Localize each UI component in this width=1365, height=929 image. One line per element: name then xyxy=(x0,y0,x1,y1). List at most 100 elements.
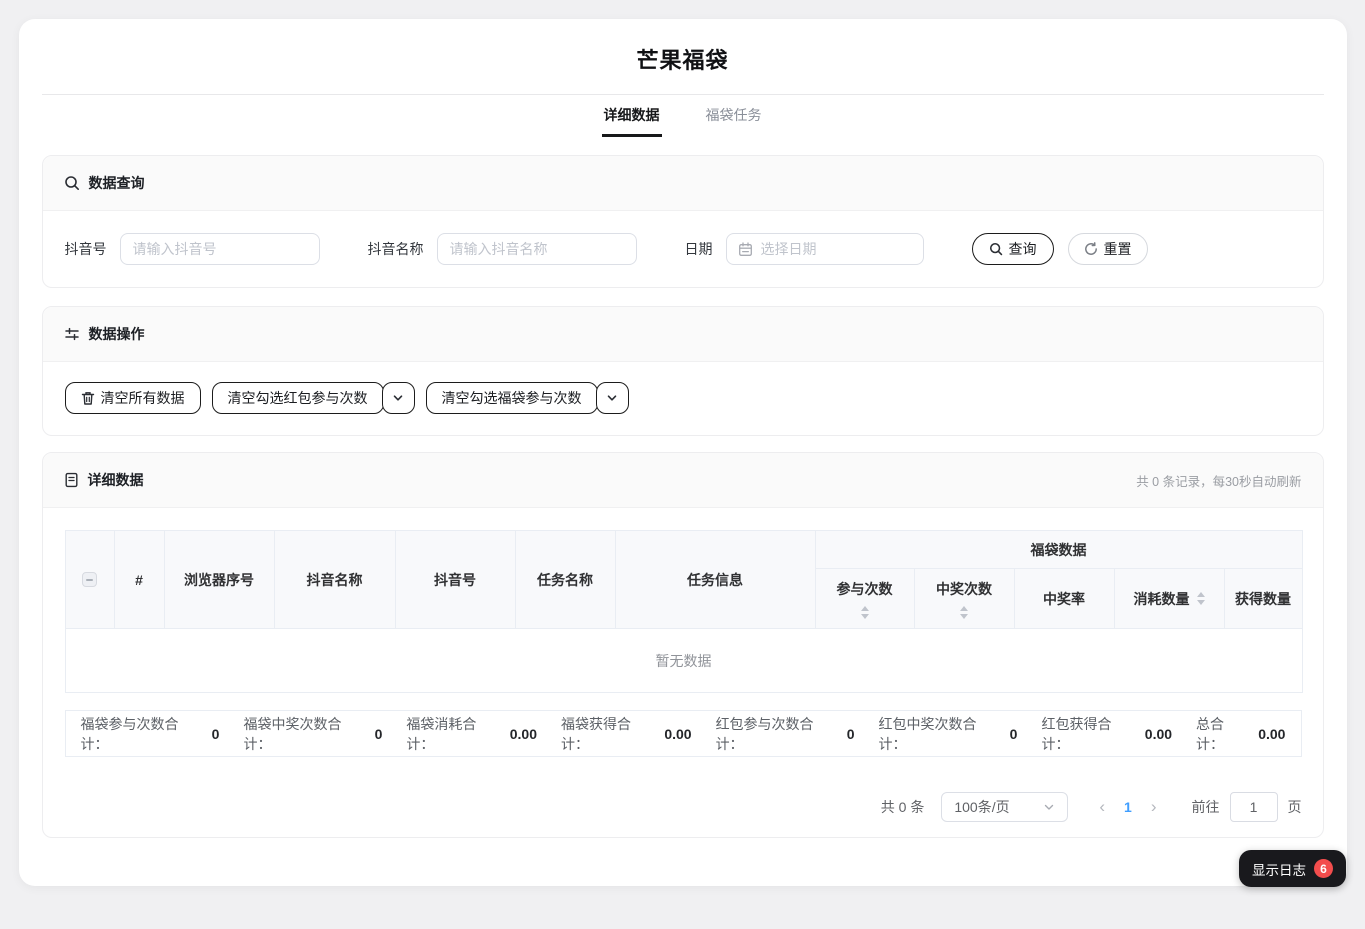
col-consumed-qty-label: 消耗数量 xyxy=(1134,589,1190,609)
summary-grand-total: 总合计： 0.00 xyxy=(1196,714,1285,754)
summary-luckybag-win: 福袋中奖次数合计： 0 xyxy=(243,714,382,754)
summary-luckybag-consumed: 福袋消耗合计： 0.00 xyxy=(406,714,537,754)
col-douyin-name: 抖音名称 xyxy=(274,531,395,629)
douyin-name-input[interactable] xyxy=(437,233,637,265)
col-win-rate: 中奖率 xyxy=(1014,569,1114,629)
page-number-1[interactable]: 1 xyxy=(1118,799,1138,815)
sort-caret-icon[interactable] xyxy=(861,606,869,619)
clear-luckybag-dropdown-button[interactable] xyxy=(596,382,629,414)
summary-value: 0 xyxy=(1010,726,1018,742)
next-page-button[interactable]: › xyxy=(1138,792,1170,822)
field-date: 日期 选择日期 xyxy=(685,233,924,265)
search-button-label: 查询 xyxy=(1009,239,1037,259)
date-placeholder: 选择日期 xyxy=(761,239,817,259)
summary-value: 0 xyxy=(375,726,383,742)
col-task-name: 任务名称 xyxy=(515,531,615,629)
summary-luckybag-gained: 福袋获得合计：0.00 xyxy=(561,714,692,754)
clear-all-data-button[interactable]: 清空所有数据 xyxy=(65,382,201,414)
select-all-header xyxy=(65,531,114,629)
tab-luckybag-tasks[interactable]: 福袋任务 xyxy=(704,95,764,137)
col-browser-no: 浏览器序号 xyxy=(164,531,274,629)
col-win-count-label: 中奖次数 xyxy=(936,579,992,599)
col-index: # xyxy=(114,531,164,629)
select-all-checkbox[interactable] xyxy=(82,572,97,587)
col-douyin-id: 抖音号 xyxy=(395,531,515,629)
summary-redpacket-gained: 红包获得合计：0.00 xyxy=(1041,714,1172,754)
tab-bar: 详细数据 福袋任务 xyxy=(19,95,1347,137)
summary-label: 红包参与次数合计： xyxy=(716,714,839,754)
sliders-icon xyxy=(64,326,80,342)
col-consumed-qty[interactable]: 消耗数量 xyxy=(1114,569,1224,629)
chevron-down-icon xyxy=(1043,801,1055,813)
field-douyin-id: 抖音号 xyxy=(65,233,320,265)
pagination-bar: 共 0 条 100条/页 ‹ 1 › 前往 页 xyxy=(65,792,1302,822)
operations-section: 数据操作 清空所有数据 清空勾选红包参与次数 xyxy=(42,306,1324,436)
page-unit-label: 页 xyxy=(1288,797,1302,817)
field-douyin-name: 抖音名称 xyxy=(368,233,637,265)
show-log-label: 显示日志 xyxy=(1252,859,1306,879)
prev-page-button[interactable]: ‹ xyxy=(1086,792,1118,822)
chevron-down-icon xyxy=(606,392,618,404)
log-count-badge: 6 xyxy=(1314,859,1333,878)
clear-luckybag-button[interactable]: 清空勾选福袋参与次数 xyxy=(426,382,598,414)
reset-button-label: 重置 xyxy=(1104,239,1132,259)
summary-label: 福袋消耗合计： xyxy=(406,714,501,754)
clear-luckybag-label: 清空勾选福袋参与次数 xyxy=(442,388,582,408)
search-icon xyxy=(989,242,1003,256)
clear-redpacket-label: 清空勾选红包参与次数 xyxy=(228,388,368,408)
record-count-info: 共 0 条记录，每30秒自动刷新 xyxy=(1136,471,1301,490)
sort-caret-icon[interactable] xyxy=(1197,592,1205,605)
summary-luckybag-join: 福袋参与次数合计：0 xyxy=(81,714,220,754)
goto-label: 前往 xyxy=(1192,797,1220,817)
col-join-count-label: 参与次数 xyxy=(837,579,893,599)
summary-bar: 福袋参与次数合计：0 福袋中奖次数合计： 0 福袋消耗合计： 0.00 福袋获得合计… xyxy=(65,710,1302,757)
douyin-id-input[interactable] xyxy=(120,233,320,265)
col-task-info: 任务信息 xyxy=(615,531,815,629)
calendar-icon xyxy=(738,242,753,257)
detail-section-header: 详细数据 共 0 条记录，每30秒自动刷新 xyxy=(43,453,1323,508)
clear-redpacket-dropdown-button[interactable] xyxy=(382,382,415,414)
sort-caret-icon[interactable] xyxy=(960,606,968,619)
summary-redpacket-win: 红包中奖次数合计： 0 xyxy=(879,714,1018,754)
query-section-header: 数据查询 xyxy=(43,156,1323,211)
page-title: 芒果福袋 xyxy=(19,19,1347,75)
page-size-select[interactable]: 100条/页 xyxy=(941,792,1068,822)
operations-toolbar: 清空所有数据 清空勾选红包参与次数 清空勾选福袋参与次数 xyxy=(43,362,1323,435)
goto-page-input[interactable] xyxy=(1230,792,1278,822)
col-win-count[interactable]: 中奖次数 xyxy=(914,569,1014,629)
pagination-total: 共 0 条 xyxy=(881,797,925,817)
operations-section-header: 数据操作 xyxy=(43,307,1323,362)
summary-value: 0 xyxy=(212,726,220,742)
detail-section: 详细数据 共 0 条记录，每30秒自动刷新 # 浏览器序号 xyxy=(42,452,1324,838)
summary-label: 总合计： xyxy=(1196,714,1250,754)
summary-value: 0.00 xyxy=(1258,726,1285,742)
document-icon xyxy=(64,472,79,488)
search-button[interactable]: 查询 xyxy=(972,233,1054,265)
col-join-count[interactable]: 参与次数 xyxy=(815,569,914,629)
col-group-luckybag-data: 福袋数据 xyxy=(815,531,1302,569)
summary-redpacket-join: 红包参与次数合计： 0 xyxy=(716,714,855,754)
summary-value: 0 xyxy=(847,726,855,742)
tab-detail-data[interactable]: 详细数据 xyxy=(602,95,662,137)
clear-redpacket-button[interactable]: 清空勾选红包参与次数 xyxy=(212,382,384,414)
summary-value: 0.00 xyxy=(510,726,537,742)
date-label: 日期 xyxy=(685,239,713,259)
col-gained-qty: 获得数量 xyxy=(1224,569,1302,629)
reset-button[interactable]: 重置 xyxy=(1068,233,1148,265)
clear-redpacket-group: 清空勾选红包参与次数 xyxy=(212,382,415,414)
detail-section-title: 详细数据 xyxy=(88,470,144,490)
summary-label: 福袋中奖次数合计： xyxy=(243,714,366,754)
page-size-value: 100条/页 xyxy=(954,797,1009,817)
summary-value: 0.00 xyxy=(1145,726,1172,742)
trash-icon xyxy=(81,391,95,406)
table-container: # 浏览器序号 抖音名称 抖音号 任务名称 任务信息 福袋数据 参与次数 xyxy=(43,508,1323,837)
summary-label: 红包中奖次数合计： xyxy=(879,714,1002,754)
summary-value: 0.00 xyxy=(664,726,691,742)
query-section-title: 数据查询 xyxy=(89,173,145,193)
pager: ‹ 1 › xyxy=(1086,792,1169,822)
detail-table: # 浏览器序号 抖音名称 抖音号 任务名称 任务信息 福袋数据 参与次数 xyxy=(65,530,1303,693)
clear-all-data-label: 清空所有数据 xyxy=(101,388,185,408)
show-log-button[interactable]: 显示日志 6 xyxy=(1239,850,1346,887)
date-picker-input[interactable]: 选择日期 xyxy=(726,233,924,265)
empty-state-text: 暂无数据 xyxy=(65,629,1302,693)
